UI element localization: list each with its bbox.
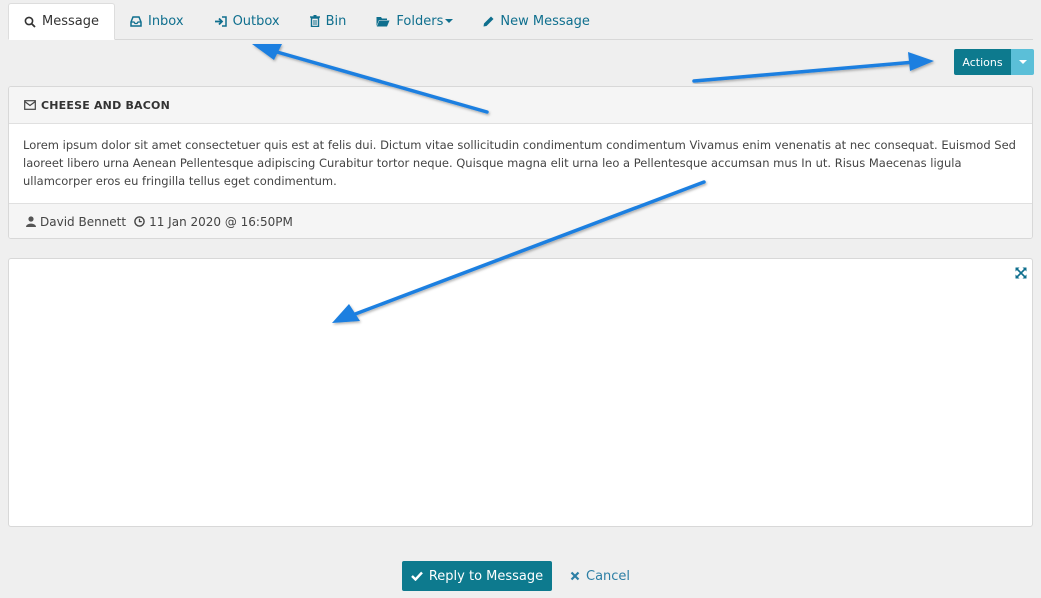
tab-bin-label: Bin — [325, 13, 347, 29]
date-info: 11 Jan 2020 @ 16:50PM — [134, 215, 293, 229]
tab-folders-label: Folders — [396, 13, 444, 29]
close-icon — [570, 571, 580, 581]
message-view-page: Message Inbox Outbox Bin Folders New Mes… — [0, 0, 1041, 598]
actions-split-button: Actions — [954, 49, 1034, 75]
message-header: CHEESE AND BACON — [9, 87, 1032, 124]
message-subject: CHEESE AND BACON — [41, 98, 170, 112]
cancel-button[interactable]: Cancel — [570, 561, 630, 591]
tab-outbox[interactable]: Outbox — [199, 3, 295, 39]
expand-icon — [1015, 267, 1027, 279]
clock-icon — [134, 216, 145, 227]
author-info: David Bennett — [26, 215, 126, 229]
sign-in-icon — [214, 15, 227, 27]
actions-button[interactable]: Actions — [954, 49, 1011, 75]
message-footer: David Bennett 11 Jan 2020 @ 16:50PM — [9, 203, 1032, 238]
message-date: 11 Jan 2020 @ 16:50PM — [149, 214, 293, 229]
fullscreen-toggle[interactable] — [1015, 264, 1027, 283]
actions-dropdown-toggle[interactable] — [1011, 49, 1034, 75]
tab-new-message-label: New Message — [500, 13, 590, 29]
tab-inbox[interactable]: Inbox — [115, 3, 199, 39]
message-body: Lorem ipsum dolor sit amet consectetuer … — [23, 138, 1016, 188]
chevron-down-icon — [445, 19, 454, 23]
author-name: David Bennett — [40, 214, 127, 229]
tab-message-label: Message — [42, 14, 99, 29]
pencil-icon — [483, 16, 494, 26]
caret-down-icon — [1018, 60, 1027, 64]
cancel-button-label: Cancel — [586, 568, 631, 584]
envelope-icon — [24, 100, 36, 110]
arrow-to-actions — [692, 52, 934, 83]
check-icon — [410, 571, 423, 581]
tab-bin[interactable]: Bin — [295, 3, 362, 39]
tab-bar: Message Inbox Outbox Bin Folders New Mes… — [8, 3, 1033, 40]
reply-button[interactable]: Reply to Message — [402, 561, 552, 591]
tab-folders[interactable]: Folders — [361, 3, 468, 39]
tab-new-message[interactable]: New Message — [468, 3, 604, 39]
tab-inbox-label: Inbox — [147, 13, 184, 29]
reply-button-label: Reply to Message — [428, 568, 544, 584]
user-icon — [26, 216, 36, 227]
trash-icon — [309, 15, 320, 27]
search-icon — [24, 16, 36, 28]
reply-editor[interactable] — [8, 258, 1033, 527]
message-panel: CHEESE AND BACON Lorem ipsum dolor sit a… — [8, 86, 1033, 239]
tab-message[interactable]: Message — [8, 3, 115, 40]
inbox-icon — [130, 15, 142, 27]
tab-outbox-label: Outbox — [232, 13, 280, 29]
folder-open-icon — [376, 16, 390, 26]
